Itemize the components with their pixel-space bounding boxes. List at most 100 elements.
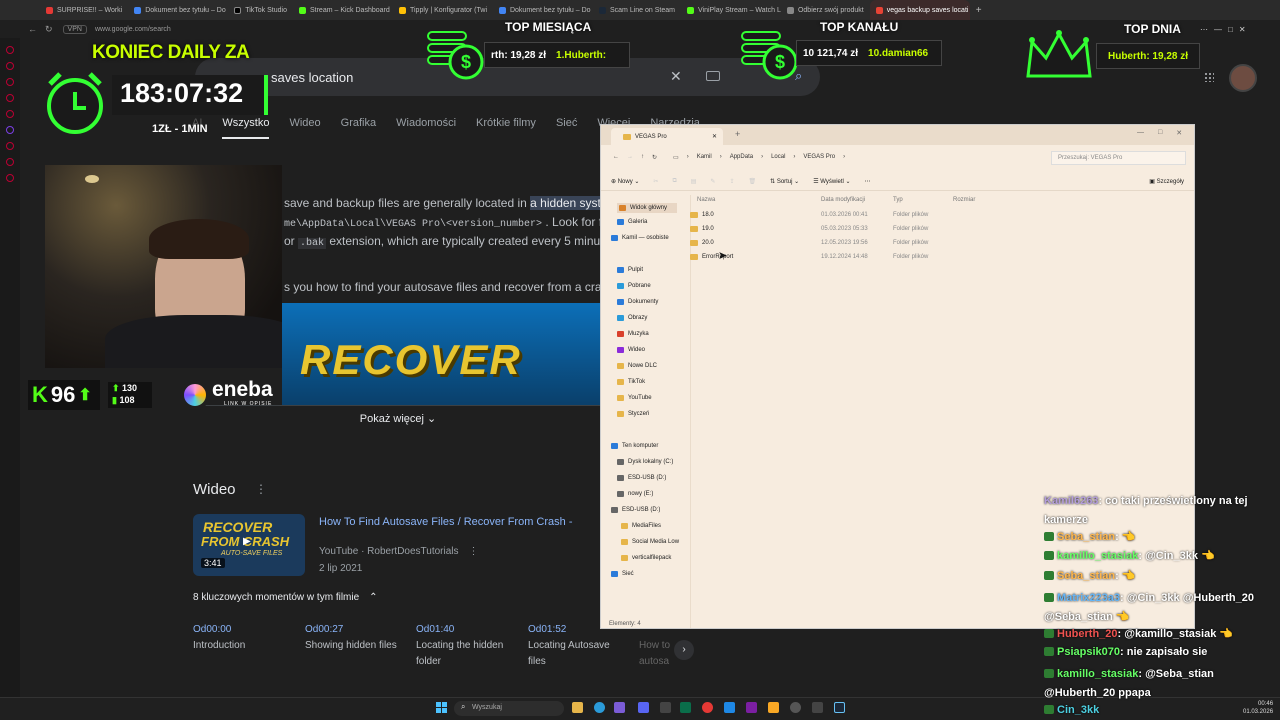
video-thumbnail[interactable]: RECOVER FROM CRASH AUTO-SAVE FILES ▶ 3:4… — [193, 514, 305, 576]
sidebar-icon[interactable] — [6, 142, 14, 150]
nav-item[interactable]: Galeria — [617, 219, 647, 225]
rename-icon[interactable]: ✎ — [710, 178, 715, 185]
minimize-icon[interactable]: — — [1137, 129, 1144, 137]
key-moment[interactable]: Od00:27 Showing hidden files — [305, 622, 405, 654]
tab-shorts[interactable]: Krótkie filmy — [476, 117, 536, 139]
discord-taskbar-icon[interactable] — [638, 702, 649, 713]
obs-taskbar-icon[interactable] — [790, 702, 801, 713]
menu-icon[interactable]: ⋯ — [1200, 25, 1208, 34]
key-moment[interactable]: Od01:40 Locating the hidden folder — [416, 622, 516, 670]
nav-item[interactable]: verticalfilepack — [621, 555, 671, 561]
more-options-icon[interactable]: ⋮ — [469, 546, 479, 557]
sidebar-icon[interactable] — [6, 174, 14, 182]
view-button[interactable]: ☰ Wyświetl ⌄ — [813, 178, 850, 185]
app-taskbar-icon[interactable] — [812, 702, 823, 713]
vegas-taskbar-icon[interactable] — [746, 702, 757, 713]
url-field[interactable]: www.google.com/search — [95, 26, 171, 33]
apps-grid-icon[interactable] — [1204, 72, 1214, 82]
browser-tab[interactable]: Dokument bez tytułu – Do — [128, 0, 228, 20]
file-row[interactable]: 18.0 — [690, 212, 714, 218]
refresh-icon[interactable]: ↻ — [652, 154, 657, 161]
edge-taskbar-icon[interactable] — [594, 702, 605, 713]
twitch-icon[interactable] — [6, 126, 14, 134]
tab-all[interactable]: Wszystko — [222, 117, 270, 139]
more-icon[interactable]: ⋯ — [865, 178, 871, 185]
back-icon[interactable]: ← — [28, 24, 37, 34]
browser-tab[interactable]: Scam Line on Steam — [593, 0, 681, 20]
sidebar-icon[interactable] — [6, 78, 14, 86]
nav-item[interactable]: ESD-USB (D:) — [611, 507, 660, 513]
show-more-button[interactable]: Pokaż więcej ⌄ — [193, 405, 603, 435]
new-tab-icon[interactable]: + — [735, 129, 740, 139]
tab-web[interactable]: Sieć — [556, 117, 577, 139]
search-input[interactable]: saves location — [271, 70, 353, 85]
sidebar-icon[interactable] — [6, 158, 14, 166]
key-moment[interactable]: Od00:00 Introduction — [193, 622, 293, 654]
breadcrumb-item[interactable]: VEGAS Pro — [803, 154, 835, 160]
browser-tab-active[interactable]: vegas backup saves locati — [869, 0, 970, 20]
share-icon[interactable]: ⇪ — [729, 178, 734, 185]
close-tab-icon[interactable]: ✕ — [712, 133, 717, 140]
video-title-link[interactable]: How To Find Autosave Files / Recover Fro… — [319, 516, 573, 528]
account-avatar[interactable] — [1229, 64, 1257, 92]
nav-item[interactable]: Obrazy — [617, 315, 647, 321]
file-row[interactable]: 19.0 — [690, 226, 714, 232]
column-header-name[interactable]: Nazwa — [697, 197, 715, 203]
nav-item[interactable]: nowy (E:) — [617, 491, 653, 497]
forward-icon[interactable]: → — [627, 154, 633, 160]
nav-item[interactable]: Muzyka — [617, 331, 649, 337]
column-header-type[interactable]: Typ — [893, 197, 903, 203]
tab-images[interactable]: Grafika — [341, 117, 376, 139]
nav-item[interactable]: Styczeń — [617, 411, 649, 417]
steam-taskbar-icon[interactable] — [834, 702, 845, 713]
app-taskbar-icon[interactable] — [660, 702, 671, 713]
sort-button[interactable]: ⇅ Sortuj ⌄ — [770, 178, 799, 185]
clear-search-icon[interactable]: ✕ — [670, 68, 682, 85]
close-icon[interactable]: ✕ — [1239, 25, 1246, 34]
sidebar-icon[interactable] — [6, 94, 14, 102]
breadcrumb-item[interactable]: Local — [771, 154, 785, 160]
breadcrumb-item[interactable]: Kamil — [697, 154, 712, 160]
nav-item[interactable]: Social Media Low — [621, 539, 679, 545]
tab-video[interactable]: Wideo — [289, 117, 320, 139]
paste-icon[interactable]: ▤ — [691, 178, 697, 185]
file-explorer-taskbar-icon[interactable] — [572, 702, 583, 713]
nav-item[interactable]: YouTube — [617, 395, 652, 401]
nav-item[interactable]: TikTok — [617, 379, 645, 385]
nav-item[interactable]: Kamil — osobiste — [611, 235, 669, 241]
nav-item[interactable]: MediaFiles — [621, 523, 661, 529]
reload-icon[interactable]: ↻ — [45, 24, 53, 35]
nav-item[interactable]: Sieć — [611, 571, 634, 577]
nav-item[interactable]: Pobrane — [617, 283, 651, 289]
delete-icon[interactable]: 🗑 — [748, 178, 756, 185]
key-moment[interactable]: How to autosa — [639, 638, 679, 670]
new-tab-icon[interactable]: + — [976, 5, 982, 16]
sidebar-icon[interactable] — [6, 62, 14, 70]
browser-tab[interactable]: Dokument bez tytułu – Do — [493, 0, 593, 20]
nav-item[interactable]: Ten komputer — [611, 443, 658, 449]
browser-tab[interactable]: SURPRISE!! – Worki — [40, 0, 128, 20]
keyboard-icon[interactable] — [706, 71, 720, 81]
cut-icon[interactable]: ✂ — [653, 178, 658, 185]
browser-tab[interactable]: TikTok Studio — [228, 0, 293, 20]
teams-taskbar-icon[interactable] — [614, 702, 625, 713]
maximize-icon[interactable]: □ — [1228, 25, 1233, 34]
sidebar-icon[interactable] — [6, 46, 14, 54]
details-button[interactable]: ▣ Szczegóły — [1149, 178, 1184, 185]
up-icon[interactable]: ↑ — [641, 154, 644, 160]
nav-item[interactable]: Nowe DLC — [617, 363, 657, 369]
key-moments-toggle[interactable]: 8 kluczowych momentów w tym filmie ⌃ — [193, 592, 378, 603]
copy-icon[interactable]: ⧉ — [672, 178, 676, 185]
tab-news[interactable]: Wiadomości — [396, 117, 456, 139]
nav-item[interactable]: Pulpit — [617, 267, 643, 273]
opera-taskbar-icon[interactable] — [702, 702, 713, 713]
browser-tab[interactable]: Stream – Kick Dashboard — [293, 0, 393, 20]
app-taskbar-icon[interactable] — [768, 702, 779, 713]
nav-item[interactable]: Dokumenty — [617, 299, 658, 305]
windows-start-icon[interactable] — [436, 702, 447, 713]
nav-item[interactable]: Widok główny — [617, 203, 677, 213]
column-header-size[interactable]: Rozmiar — [953, 197, 975, 203]
chevron-right-icon[interactable]: › — [674, 640, 694, 660]
nav-item[interactable]: Wideo — [617, 347, 645, 353]
maximize-icon[interactable]: □ — [1158, 129, 1162, 137]
